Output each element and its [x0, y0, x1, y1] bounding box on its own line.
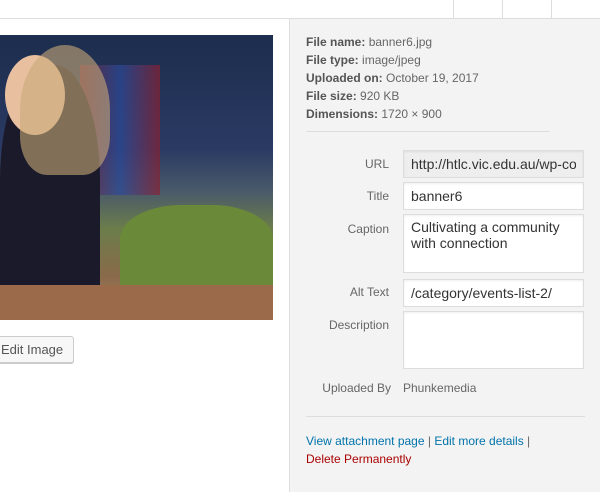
file-size-label: File size: — [306, 89, 357, 103]
file-type-label: File type: — [306, 53, 359, 67]
edit-more-details-link[interactable]: Edit more details — [434, 434, 523, 448]
previous-button[interactable] — [453, 0, 501, 18]
description-label: Description — [328, 318, 389, 332]
file-type: image/jpeg — [362, 53, 421, 67]
caption-field[interactable]: Cultivating a community with connection — [403, 214, 584, 273]
alt-text-field[interactable] — [403, 279, 584, 307]
divider — [306, 131, 550, 132]
file-details: File name: banner6.jpg File type: image/… — [306, 33, 479, 123]
uploaded-on: October 19, 2017 — [386, 71, 479, 85]
separator: | — [424, 434, 435, 448]
caption-label: Caption — [347, 222, 389, 236]
dimensions-label: Dimensions: — [306, 107, 379, 121]
file-name-label: File name: — [306, 35, 366, 49]
attachment-actions: View attachment page | Edit more details… — [306, 432, 530, 468]
title-field[interactable] — [403, 182, 584, 210]
alt-text-label: Alt Text — [349, 285, 389, 299]
title-label: Title — [366, 189, 389, 203]
close-button[interactable] — [551, 0, 599, 18]
edit-image-button[interactable]: Edit Image — [0, 336, 75, 363]
url-label: URL — [364, 157, 389, 171]
next-button[interactable] — [502, 0, 550, 18]
attachment-media-view: Edit Image — [0, 19, 289, 492]
uploaded-by-value: Phunkemedia — [403, 381, 477, 395]
modal-header — [0, 0, 600, 19]
dimensions: 1720 × 900 — [381, 107, 442, 121]
url-field[interactable] — [403, 150, 584, 178]
uploaded-on-label: Uploaded on: — [306, 71, 383, 85]
uploaded-by-label: Uploaded By — [322, 381, 391, 395]
attachment-image — [0, 35, 273, 320]
description-field[interactable] — [403, 311, 584, 369]
file-name: banner6.jpg — [368, 35, 433, 49]
delete-permanently-link[interactable]: Delete Permanently — [306, 452, 411, 466]
attachment-details-sidebar: File name: banner6.jpg File type: image/… — [289, 19, 600, 492]
separator: | — [523, 434, 531, 448]
file-size: 920 KB — [360, 89, 400, 103]
view-attachment-page-link[interactable]: View attachment page — [306, 434, 425, 448]
divider — [306, 416, 585, 417]
